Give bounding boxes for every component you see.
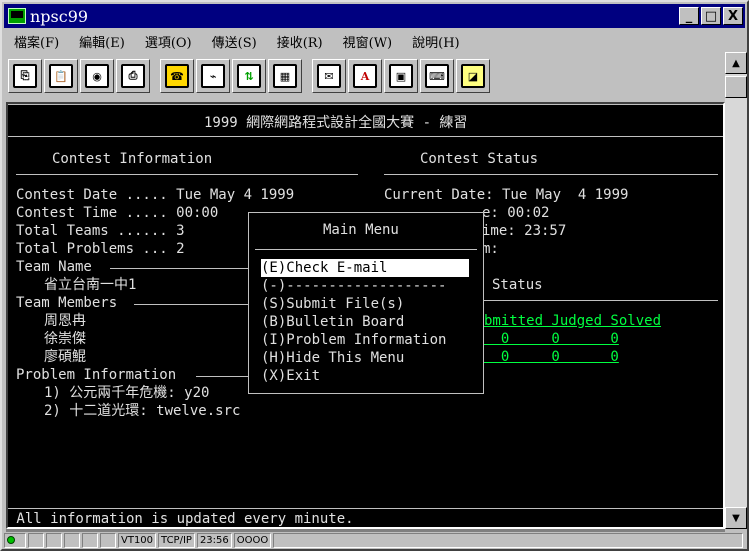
total-teams: Total Teams ...... 3 <box>16 223 185 239</box>
phone-icon[interactable]: ☎ <box>160 59 194 93</box>
camera-icon[interactable]: ◉ <box>80 59 114 93</box>
status-bar: VT100 TCP/IP 23:56 OOOO <box>4 531 745 549</box>
window-title: npsc99 <box>30 6 89 26</box>
scroll-up-icon[interactable]: ▲ <box>725 52 747 74</box>
contest-status-title: Contest Status <box>420 151 539 167</box>
font-icon[interactable]: A <box>348 59 382 93</box>
total-problems: Total Problems ... 2 <box>16 241 185 257</box>
terminal-screen[interactable]: 1999 網際網路程式設計全國大賽 - 練習 Contest Informati… <box>6 102 725 529</box>
status-row: 0 0 0 <box>484 349 619 365</box>
connection-indicator <box>4 532 26 548</box>
menu-options[interactable]: 選項(O) <box>145 32 192 51</box>
footer-message: All information is updated every minute. <box>8 511 354 527</box>
team-name: 省立台南一中1 <box>44 277 137 293</box>
protocol: TCP/IP <box>158 532 195 548</box>
transfer-icon[interactable]: ⇅ <box>232 59 266 93</box>
main-menu: Main Menu (E)Check E-mail (-)-----------… <box>248 212 484 394</box>
paste-icon[interactable]: 📋 <box>44 59 78 93</box>
copy-icon[interactable]: ⎘ <box>8 59 42 93</box>
status-elapsed: e: 00:02 <box>482 205 550 221</box>
mail-icon[interactable]: ✉ <box>312 59 346 93</box>
minimize-button[interactable]: _ <box>679 7 699 25</box>
menu-bulletin-board[interactable]: (B)Bulletin Board <box>261 313 404 331</box>
menu-help[interactable]: 說明(H) <box>412 32 459 51</box>
status-leds: OOOO <box>233 532 272 548</box>
menu-edit[interactable]: 編輯(E) <box>79 32 125 51</box>
menu-exit[interactable]: (X)Exit <box>261 367 320 385</box>
team-name-label: Team Name <box>16 259 92 275</box>
chart-icon[interactable]: ◪ <box>456 59 490 93</box>
member: 廖碩鯤 <box>44 349 86 365</box>
keyboard-icon[interactable]: ⌨ <box>420 59 454 93</box>
toolbar: ⎘ 📋 ◉ ⎙ ☎ ⌁ ⇅ ▦ ✉ A ▣ ⌨ ◪ <box>4 54 722 98</box>
problem-item: 2) 十二道光環: twelve.src <box>44 403 241 419</box>
contest-date: Contest Date ..... Tue May 4 1999 <box>16 187 295 203</box>
menu-problem-information[interactable]: (I)Problem Information <box>261 331 446 349</box>
scroll-down-icon[interactable]: ▼ <box>725 507 747 529</box>
print-icon[interactable]: ⎙ <box>116 59 150 93</box>
current-date: Current Date: Tue May 4 1999 <box>384 187 629 203</box>
menu-separator: (-)------------------- <box>261 278 447 294</box>
team-members-label: Team Members <box>16 295 118 311</box>
problem-info-label: Problem Information <box>16 367 177 383</box>
menu-window[interactable]: 視窗(W) <box>343 32 393 51</box>
vertical-scrollbar[interactable]: ▲ ▼ <box>725 52 747 529</box>
member: 徐崇傑 <box>44 331 86 347</box>
menu-receive[interactable]: 接收(R) <box>277 32 323 51</box>
scroll-thumb[interactable] <box>725 76 747 98</box>
maximize-button[interactable]: □ <box>701 7 721 25</box>
menu-submit-files[interactable]: (S)Submit File(s) <box>261 295 404 313</box>
grid-icon[interactable]: ▦ <box>268 59 302 93</box>
problem-item: 1) 公元兩千年危機: y20 <box>44 385 210 401</box>
contest-header: 1999 網際網路程式設計全國大賽 - 練習 <box>204 115 468 131</box>
menu-hide[interactable]: (H)Hide This Menu <box>261 349 404 367</box>
status-led-icon <box>7 536 15 544</box>
menu-bar: 檔案(F) 編輯(E) 選項(O) 傳送(S) 接收(R) 視窗(W) 說明(H… <box>4 30 745 52</box>
app-window: npsc99 _ □ X 檔案(F) 編輯(E) 選項(O) 傳送(S) 接收(… <box>0 0 749 551</box>
menu-send[interactable]: 傳送(S) <box>212 32 257 51</box>
main-menu-title: Main Menu <box>323 222 399 238</box>
status-row: 0 0 0 <box>484 331 619 347</box>
app-icon[interactable] <box>8 8 26 24</box>
contest-time: Contest Time ..... 00:00 <box>16 205 219 221</box>
menu-file[interactable]: 檔案(F) <box>14 32 59 51</box>
close-button[interactable]: X <box>723 7 743 25</box>
menu-check-email[interactable]: (E)Check E-mail <box>261 259 469 277</box>
status-remaining: ime: 23:57 <box>482 223 567 239</box>
status-time: 23:56 <box>196 532 232 548</box>
member: 周恩冉 <box>44 313 86 329</box>
title-bar[interactable]: npsc99 _ □ X <box>4 4 745 28</box>
status-columns: bmitted Judged Solved <box>484 313 662 329</box>
disconnect-icon[interactable]: ⌁ <box>196 59 230 93</box>
monitor-icon[interactable]: ▣ <box>384 59 418 93</box>
status-line: m: <box>482 241 499 257</box>
terminal-type: VT100 <box>118 532 157 548</box>
status-label: Status <box>492 277 543 293</box>
contest-info-title: Contest Information <box>52 151 213 167</box>
